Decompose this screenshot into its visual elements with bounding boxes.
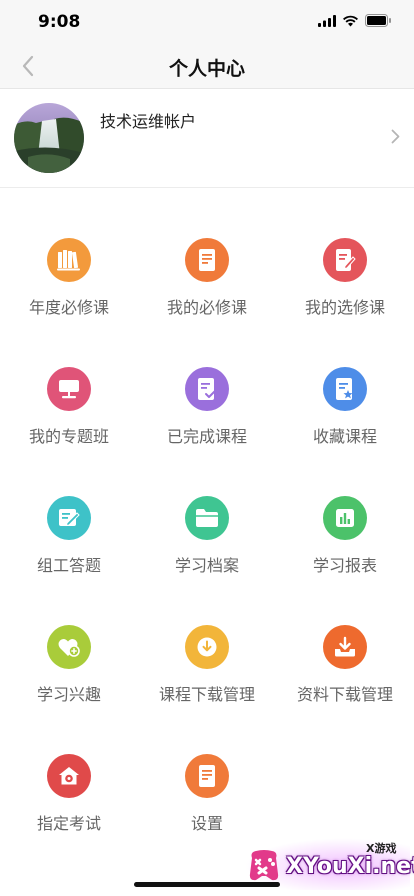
grid-item-label: 我的专题班 xyxy=(28,427,109,446)
download-circle-icon xyxy=(185,625,229,669)
grid-item-label: 学习报表 xyxy=(312,556,377,575)
waterfall-landscape-icon xyxy=(14,103,84,173)
grid-item-my-elective[interactable]: 我的选修课 xyxy=(276,208,414,337)
avatar[interactable] xyxy=(14,103,84,173)
grid-item-label: 学习兴趣 xyxy=(36,685,101,704)
grid-row: 年度必修课 我的必修课 我的选修课 xyxy=(0,208,414,337)
account-name: 技术运维帐户 xyxy=(100,112,197,131)
grid-item-annual-required[interactable]: 年度必修课 xyxy=(0,208,138,337)
grid-item-material-download[interactable]: 资料下载管理 xyxy=(276,595,414,724)
wifi-icon xyxy=(343,15,358,26)
grid-row: 组工答题 学习档案 学习报表 xyxy=(0,466,414,595)
gamepad-logo-icon xyxy=(249,850,279,881)
profile-row[interactable]: 技术运维帐户 xyxy=(0,89,414,188)
grid-item-my-topic-class[interactable]: 我的专题班 xyxy=(0,337,138,466)
bar-chart-icon xyxy=(323,496,367,540)
grid-item-org-quiz[interactable]: 组工答题 xyxy=(0,466,138,595)
download-tray-icon xyxy=(323,625,367,669)
grid-item-label: 我的选修课 xyxy=(304,298,385,317)
nav-bar: 个人中心 xyxy=(0,44,414,89)
grid-item-completed-courses[interactable]: 已完成课程 xyxy=(138,337,276,466)
house-target-icon xyxy=(47,754,91,798)
grid-item-label: 年度必修课 xyxy=(28,298,109,317)
function-grid: 年度必修课 我的必修课 我的选修课 我的专题班 已完成课程 收藏课程 组工答题 … xyxy=(0,208,414,853)
grid-item-my-required[interactable]: 我的必修课 xyxy=(138,208,276,337)
grid-row: 我的专题班 已完成课程 收藏课程 xyxy=(0,337,414,466)
grid-item-label: 组工答题 xyxy=(36,556,101,575)
checked-document-icon xyxy=(185,367,229,411)
page-title: 个人中心 xyxy=(168,58,245,80)
presentation-icon xyxy=(47,367,91,411)
grid-item-label: 学习档案 xyxy=(174,556,239,575)
grid-item-study-interest[interactable]: 学习兴趣 xyxy=(0,595,138,724)
grid-item-label: 我的必修课 xyxy=(166,298,247,317)
document-icon xyxy=(185,238,229,282)
grid-item-study-report[interactable]: 学习报表 xyxy=(276,466,414,595)
books-icon xyxy=(47,238,91,282)
section-gap xyxy=(0,188,414,208)
heart-plus-icon xyxy=(47,625,91,669)
grid-item-study-archive[interactable]: 学习档案 xyxy=(138,466,276,595)
grid-item-label: 收藏课程 xyxy=(312,427,377,446)
battery-icon xyxy=(365,14,391,27)
grid-item-label: 指定考试 xyxy=(36,814,101,833)
settings-document-icon xyxy=(185,754,229,798)
watermark-big-text: XYouXi.net xyxy=(286,854,414,879)
folder-icon xyxy=(185,496,229,540)
grid-item-label: 课程下载管理 xyxy=(158,685,255,704)
grid-item-favorite-courses[interactable]: 收藏课程 xyxy=(276,337,414,466)
status-icons xyxy=(318,14,392,27)
status-time: 9:08 xyxy=(38,12,81,32)
grid-row: 指定考试 设置 xyxy=(0,724,414,853)
grid-item-label: 设置 xyxy=(190,814,223,833)
star-document-icon xyxy=(323,367,367,411)
signal-icon xyxy=(318,14,336,27)
answer-sheet-icon xyxy=(47,496,91,540)
chevron-right-icon xyxy=(391,129,400,144)
status-bar: 9:08 xyxy=(0,0,414,44)
grid-row: 学习兴趣 课程下载管理 资料下载管理 xyxy=(0,595,414,724)
grid-item-course-download[interactable]: 课程下载管理 xyxy=(138,595,276,724)
grid-item-assigned-exam[interactable]: 指定考试 xyxy=(0,724,138,853)
grid-item-label: 已完成课程 xyxy=(166,427,247,446)
home-indicator[interactable] xyxy=(134,882,280,887)
edit-document-icon xyxy=(323,238,367,282)
grid-item-settings[interactable]: 设置 xyxy=(138,724,276,853)
grid-item-label: 资料下载管理 xyxy=(296,685,393,704)
